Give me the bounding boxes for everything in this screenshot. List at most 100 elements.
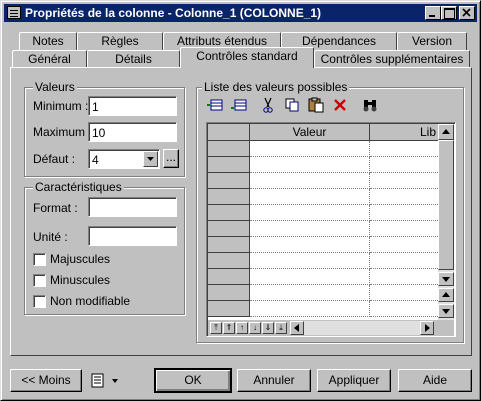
row-header[interactable] [208, 269, 250, 285]
grid-cell-libelle[interactable] [370, 141, 438, 157]
tab-controles-standard[interactable]: Contrôles standard [180, 47, 314, 68]
scroll-up-button[interactable] [438, 124, 454, 140]
grid-cell-valeur[interactable] [250, 237, 370, 253]
annuler-button[interactable]: Annuler [237, 369, 311, 392]
ellipsis-label: ... [165, 150, 176, 164]
appliquer-button[interactable]: Appliquer [317, 369, 391, 392]
close-icon [462, 8, 471, 17]
annuler-label: Annuler [253, 373, 295, 387]
move-top-icon[interactable]: ⤒ [210, 322, 222, 334]
list-menu-button[interactable] [89, 371, 123, 391]
insert-row-icon[interactable] [206, 96, 224, 114]
horizontal-scroll-track[interactable] [304, 321, 420, 335]
grid-cell-valeur[interactable] [250, 189, 370, 205]
system-menu-icon[interactable] [7, 6, 21, 19]
move-down-icon[interactable]: ↓ [249, 322, 261, 334]
row-header[interactable] [208, 205, 250, 221]
close-button[interactable] [459, 6, 475, 20]
grid-cell-valeur[interactable] [250, 269, 370, 285]
grid-cell-libelle[interactable] [370, 173, 438, 189]
maximum-input[interactable]: 10 [88, 122, 177, 142]
dropdown-button[interactable] [143, 151, 158, 167]
row-header[interactable] [208, 285, 250, 301]
grid-cell-libelle[interactable] [370, 301, 438, 317]
maximum-value: 10 [92, 126, 106, 140]
grid-cell-valeur[interactable] [250, 285, 370, 301]
tab-version[interactable]: Version [397, 32, 467, 50]
unite-label: Unité : [33, 230, 68, 244]
row-header[interactable] [208, 189, 250, 205]
grid-navigation-bar: ⤒ ⇑ ↑ ↓ ⇓ ⤓ [208, 320, 454, 336]
delete-icon[interactable] [331, 96, 349, 114]
maximize-button[interactable] [441, 6, 457, 20]
scroll-page-up-button[interactable] [438, 288, 454, 302]
grid-cell-valeur[interactable] [250, 173, 370, 189]
row-header[interactable] [208, 237, 250, 253]
chevron-down-icon [147, 157, 154, 161]
move-bottom-icon[interactable]: ⤓ [275, 322, 287, 334]
scroll-thumb[interactable] [438, 140, 454, 270]
grid-cell-libelle[interactable] [370, 253, 438, 269]
row-header[interactable] [208, 253, 250, 269]
row-header[interactable] [208, 301, 250, 317]
tab-details[interactable]: Détails [87, 50, 180, 68]
unite-input[interactable] [88, 226, 177, 246]
moins-label: << Moins [21, 373, 71, 387]
moins-button[interactable]: << Moins [10, 369, 82, 392]
aide-button[interactable]: Aide [398, 369, 472, 392]
grid-cell-valeur[interactable] [250, 157, 370, 173]
row-header[interactable] [208, 173, 250, 189]
minimum-input[interactable]: 1 [88, 96, 177, 116]
grid-cell-libelle[interactable] [370, 189, 438, 205]
grid-cell-valeur[interactable] [250, 141, 370, 157]
majuscules-checkbox[interactable] [33, 253, 46, 266]
grid-cell-libelle[interactable] [370, 221, 438, 237]
grid-corner [208, 124, 250, 141]
tab-controles-supplementaires[interactable]: Contrôles supplémentaires [314, 50, 470, 68]
defaut-ellipsis-button[interactable]: ... [163, 149, 179, 168]
scroll-down-button[interactable] [438, 272, 454, 286]
column-header-valeur[interactable]: Valeur [250, 124, 370, 141]
paste-icon[interactable] [307, 96, 325, 114]
copy-icon[interactable] [283, 96, 301, 114]
scroll-right-button[interactable] [420, 321, 434, 335]
grid-cell-libelle[interactable] [370, 205, 438, 221]
row-header[interactable] [208, 157, 250, 173]
tab-label: Détails [115, 52, 152, 66]
cut-icon[interactable] [259, 96, 277, 114]
defaut-combobox[interactable]: 4 [88, 149, 160, 169]
non-modifiable-checkbox[interactable] [33, 295, 46, 308]
grid-cell-libelle[interactable] [370, 285, 438, 301]
tab-label: Contrôles standard [196, 49, 298, 63]
ok-button[interactable]: OK [154, 368, 232, 393]
grid-cell-libelle[interactable] [370, 269, 438, 285]
maximize-icon [444, 8, 455, 19]
column-header-libelle[interactable]: Lib [370, 124, 438, 141]
minuscules-checkbox[interactable] [33, 274, 46, 287]
minimize-button[interactable] [425, 6, 441, 20]
grid-cell-valeur[interactable] [250, 205, 370, 221]
appliquer-label: Appliquer [328, 373, 380, 387]
row-header[interactable] [208, 221, 250, 237]
move-up-icon[interactable]: ↑ [236, 322, 248, 334]
tab-label: Règles [101, 34, 139, 48]
grid-cell-valeur[interactable] [250, 221, 370, 237]
grid-cell-valeur[interactable] [250, 253, 370, 269]
grid-cell-libelle[interactable] [370, 157, 438, 173]
add-row-icon[interactable] [230, 96, 248, 114]
move-up-page-icon[interactable]: ⇑ [223, 322, 235, 334]
grid-cell-libelle[interactable] [370, 237, 438, 253]
values-grid[interactable]: Valeur Lib ⤒ ⇑ ↑ ↓ ⇓ ⤓ [206, 122, 456, 337]
move-down-page-icon[interactable]: ⇓ [262, 322, 274, 334]
scroll-page-down-button[interactable] [438, 304, 454, 318]
scroll-left-button[interactable] [290, 321, 304, 335]
tab-notes[interactable]: Notes [19, 32, 77, 50]
find-icon[interactable] [361, 96, 379, 114]
format-input[interactable] [88, 197, 177, 217]
grid-cell-valeur[interactable] [250, 301, 370, 317]
title-bar[interactable]: Propriétés de la colonne - Colonne_1 (CO… [4, 4, 477, 22]
tab-regles[interactable]: Règles [77, 32, 163, 50]
row-header[interactable] [208, 141, 250, 157]
vertical-scrollbar[interactable] [438, 124, 454, 320]
tab-general[interactable]: Général [12, 50, 87, 68]
